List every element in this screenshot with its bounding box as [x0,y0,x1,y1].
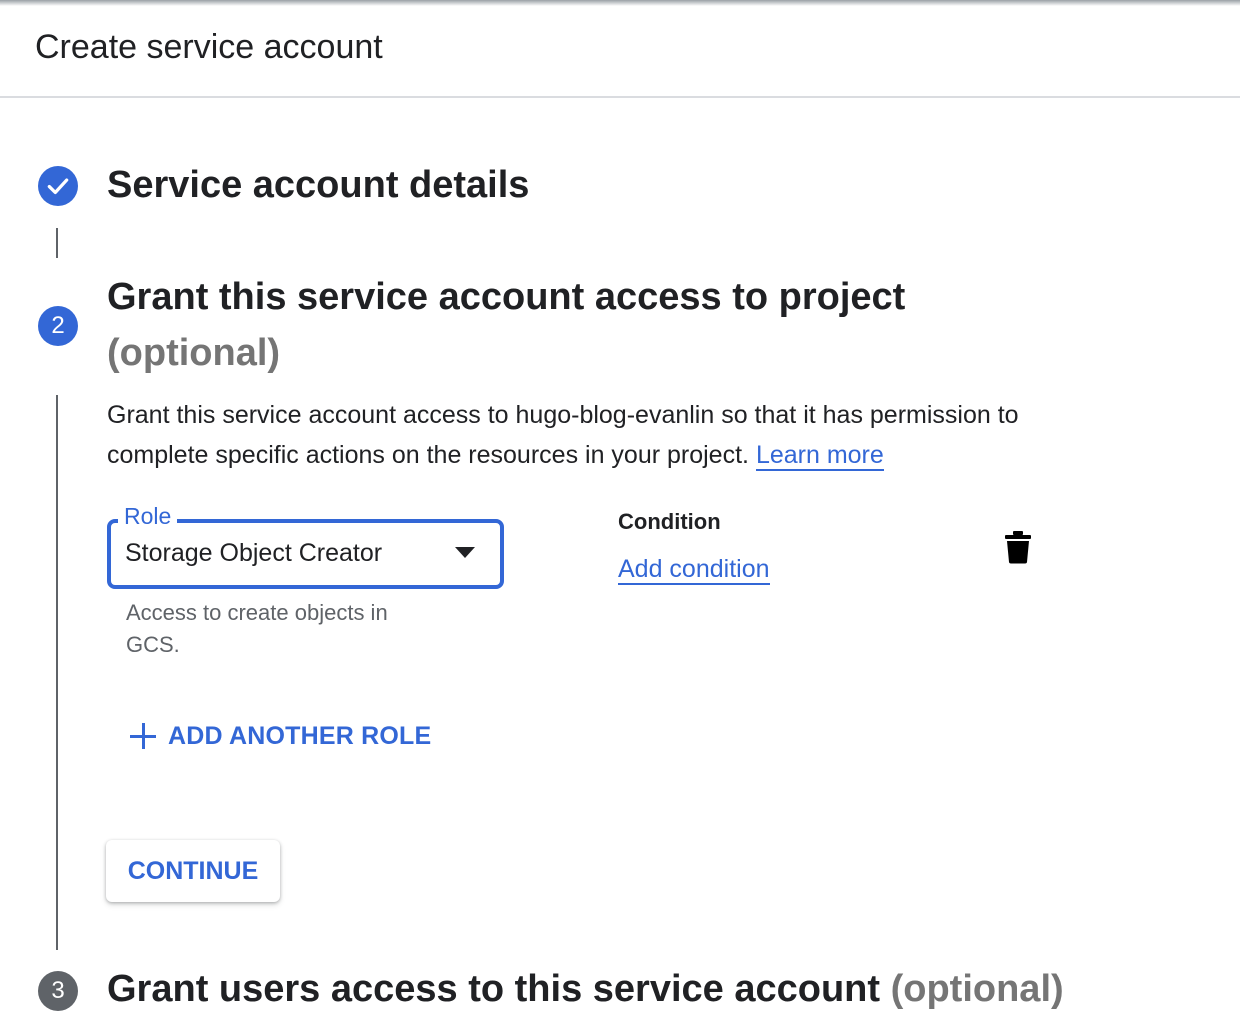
add-another-role-label: ADD ANOTHER ROLE [168,721,432,750]
step-3-heading[interactable]: Grant users access to this service accou… [107,968,1064,1011]
step-2-description: Grant this service account access to hug… [107,395,1117,475]
caret-down-icon[interactable] [455,547,475,558]
plus-icon [130,723,156,749]
page-title: Create service account [35,28,383,66]
step-3-title: Grant users access to this service accou… [107,968,881,1010]
add-another-role-button[interactable]: ADD ANOTHER ROLE [130,718,431,754]
step-connector-1 [56,228,58,258]
role-value[interactable]: Storage Object Creator [125,539,382,568]
condition-label: Condition [618,509,721,534]
step-2-number: 2 [38,306,78,346]
step-3-number: 3 [38,971,78,1011]
step-2-title: Grant this service account access to pro… [107,276,906,318]
role-help-text: Access to create objects in GCS. [126,600,388,657]
trash-icon[interactable] [1004,530,1032,564]
step-1-complete-icon [38,166,78,206]
continue-button[interactable]: CONTINUE [106,840,280,902]
step-2-optional: (optional) [107,332,281,374]
step-connector-2 [56,395,58,950]
step-3-optional: (optional) [890,968,1064,1010]
role-label: Role [118,503,178,530]
add-condition-link[interactable]: Add condition [618,556,770,585]
learn-more-link[interactable]: Learn more [755,441,884,471]
page-header: Create service account [0,0,1240,98]
check-icon [47,178,69,195]
step-1-title[interactable]: Service account details [107,164,529,207]
